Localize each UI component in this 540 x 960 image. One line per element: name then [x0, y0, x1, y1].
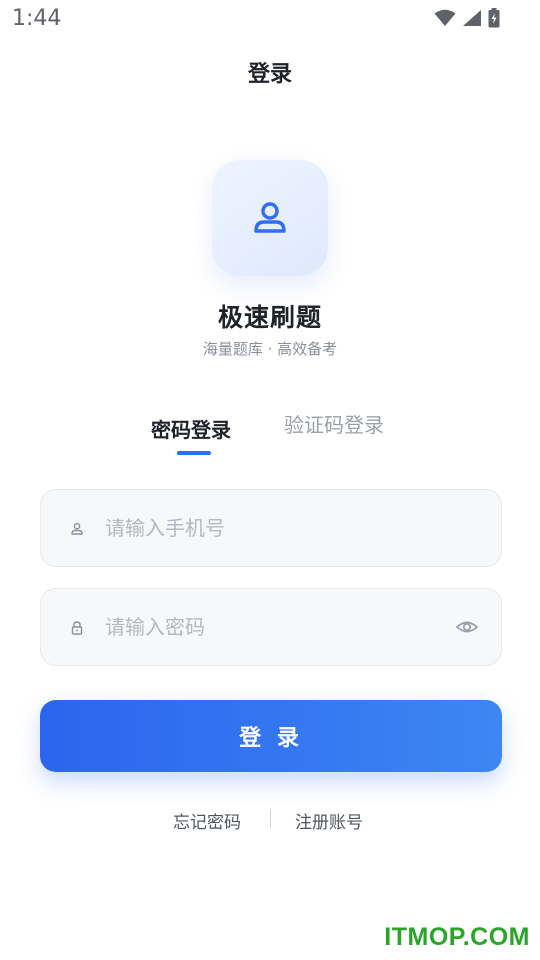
app-name: 极速刷题 — [217, 303, 322, 332]
login-screen: 1:44 登录 极速刷题 海量题库 · 高效备考 密码登录 验证码登录 请输入手… — [0, 0, 540, 960]
wifi-icon — [434, 9, 456, 26]
forgot-password-link[interactable]: 忘记密码 — [173, 808, 241, 833]
tab-password-login[interactable]: 密码登录 — [151, 414, 231, 443]
phone-input[interactable] — [105, 490, 465, 566]
status-bar: 1:44 — [0, 0, 540, 38]
watermark: ITMOP.COM — [384, 923, 530, 951]
app-logo — [212, 160, 328, 276]
person-icon — [71, 522, 83, 535]
tab-active-indicator — [177, 451, 211, 455]
password-field[interactable] — [40, 588, 502, 666]
user-icon — [254, 202, 286, 233]
phone-field[interactable] — [40, 489, 502, 567]
cellular-signal-icon — [463, 10, 481, 26]
battery-icon — [488, 8, 500, 28]
password-input[interactable] — [105, 589, 465, 665]
register-link[interactable]: 注册账号 — [295, 808, 363, 833]
page-title: 登录 — [247, 62, 292, 87]
lock-icon — [71, 621, 83, 635]
status-time: 1:44 — [12, 6, 62, 31]
status-icons — [434, 8, 500, 28]
link-divider — [270, 810, 271, 828]
app-slogan: 海量题库 · 高效备考 — [202, 340, 338, 358]
eye-icon[interactable] — [455, 615, 479, 639]
login-button[interactable]: 登 录 — [40, 700, 502, 772]
tab-code-login[interactable]: 验证码登录 — [284, 409, 384, 438]
